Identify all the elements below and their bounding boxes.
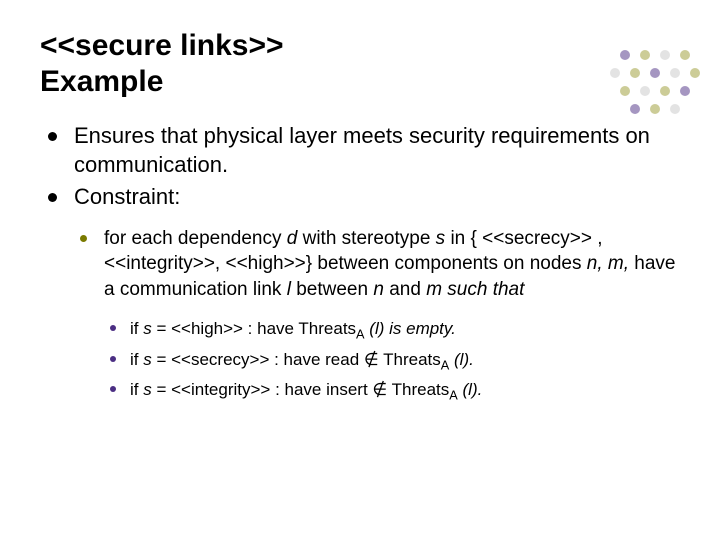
list-item: for each dependency d with stereotype s …	[74, 226, 680, 406]
slide-title: <<secure links>> Example	[40, 28, 680, 100]
list-item: Constraint: for each dependency d with s…	[40, 183, 680, 405]
list-item: Ensures that physical layer meets securi…	[40, 122, 680, 179]
bullet-text: Ensures that physical layer meets securi…	[74, 123, 650, 177]
title-line-1: <<secure links>>	[40, 29, 284, 62]
list-item: if s = <<high>> : have ThreatsA (l) is e…	[104, 317, 680, 344]
bullet-list-level-3: if s = <<high>> : have ThreatsA (l) is e…	[104, 317, 680, 406]
bullet-text: if s = <<integrity>> : have insert ∉ Thr…	[130, 380, 482, 399]
title-line-2: Example	[40, 65, 163, 98]
bullet-list-level-1: Ensures that physical layer meets securi…	[40, 122, 680, 405]
bullet-text: for each dependency d with stereotype s …	[104, 228, 675, 300]
list-item: if s = <<secrecy>> : have read ∉ Threats…	[104, 348, 680, 375]
bullet-text: if s = <<secrecy>> : have read ∉ Threats…	[130, 350, 474, 369]
bullet-list-level-2: for each dependency d with stereotype s …	[74, 226, 680, 406]
bullet-text: Constraint:	[74, 184, 180, 209]
bullet-text: if s = <<high>> : have ThreatsA (l) is e…	[130, 319, 456, 338]
list-item: if s = <<integrity>> : have insert ∉ Thr…	[104, 378, 680, 405]
